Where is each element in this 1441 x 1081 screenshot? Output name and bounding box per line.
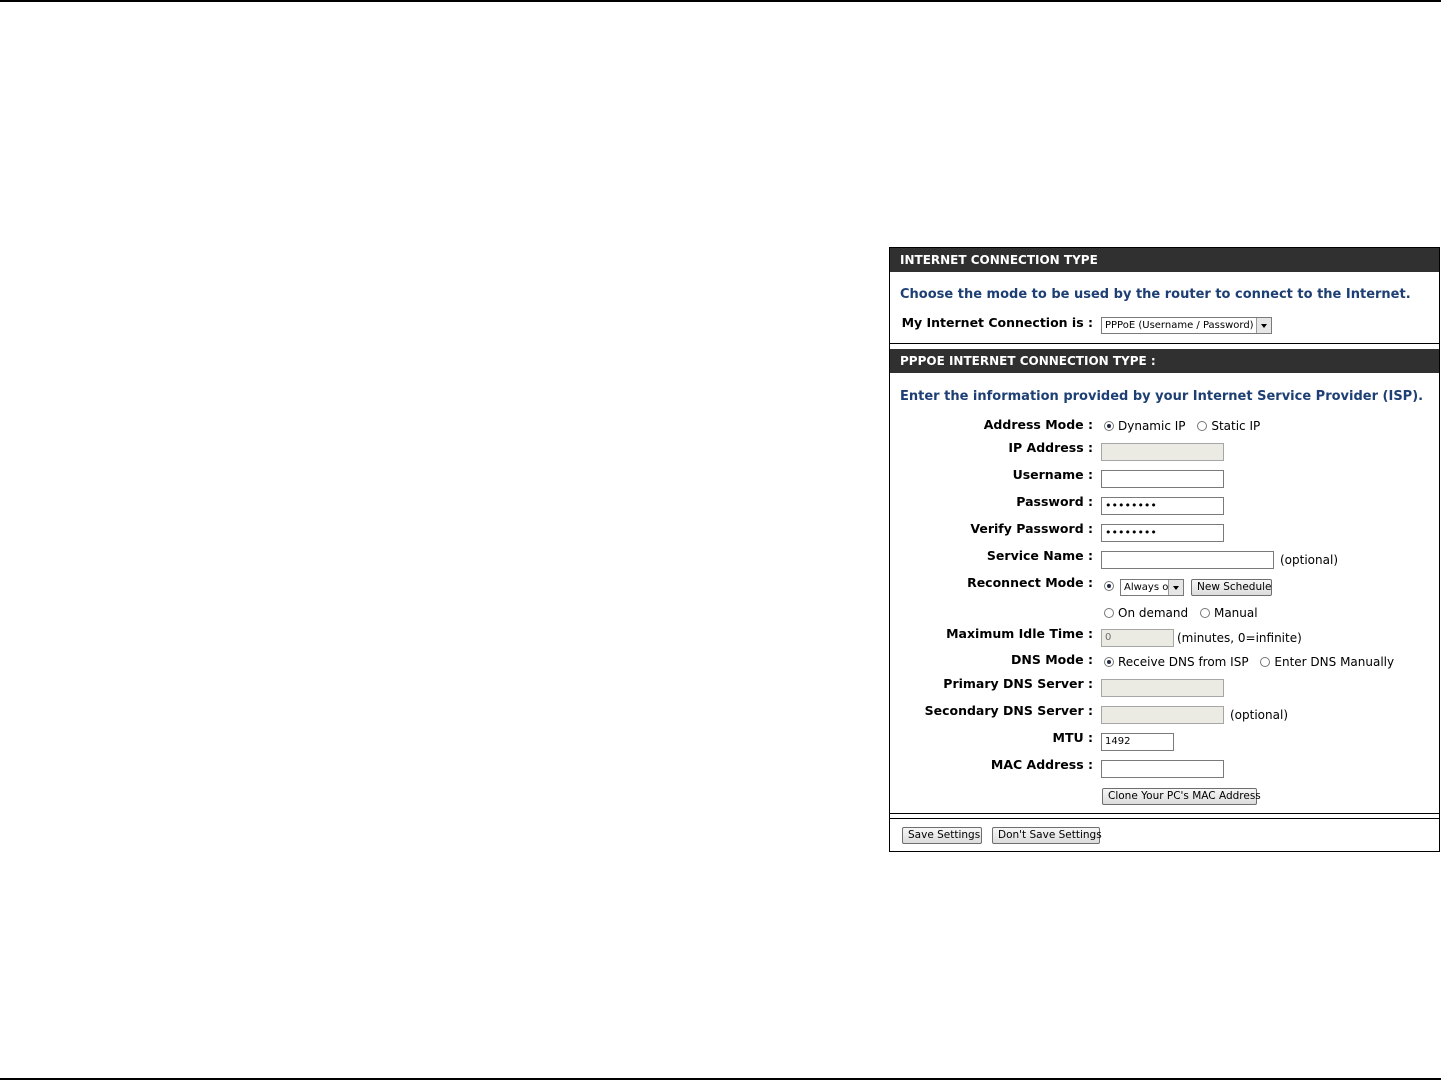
secondary-dns-input[interactable]	[1101, 706, 1224, 724]
settings-panel: INTERNET CONNECTION TYPE Choose the mode…	[889, 247, 1440, 852]
mtu-input[interactable]: 1492	[1101, 733, 1174, 751]
top-rule	[0, 0, 1441, 2]
reconnect-always-radio[interactable]	[1104, 581, 1114, 591]
mac-address-input[interactable]	[1101, 760, 1224, 778]
reconnect-always-option	[1104, 579, 1114, 593]
connection-type-label: My Internet Connection is :	[901, 315, 1093, 330]
ip-address-label: IP Address :	[1008, 440, 1093, 455]
address-mode-dynamic-radio[interactable]	[1104, 421, 1114, 431]
connection-type-intro: Choose the mode to be used by the router…	[900, 287, 1411, 302]
address-mode-dynamic-label: Dynamic IP	[1118, 419, 1186, 433]
section-divider	[890, 343, 1439, 344]
save-settings-button[interactable]: Save Settings	[902, 827, 982, 844]
dns-mode-manual-radio[interactable]	[1260, 657, 1271, 667]
reconnect-on-demand-radio[interactable]	[1104, 608, 1114, 618]
actions-divider-2	[890, 818, 1439, 819]
verify-password-label: Verify Password :	[970, 521, 1093, 536]
pppoe-intro: Enter the information provided by your I…	[900, 389, 1424, 404]
clone-mac-button[interactable]: Clone Your PC's MAC Address	[1102, 788, 1261, 805]
address-mode-label: Address Mode :	[983, 417, 1093, 432]
reconnect-mode-label: Reconnect Mode :	[967, 575, 1093, 590]
mac-address-label: MAC Address :	[990, 757, 1093, 772]
bottom-rule	[0, 1078, 1441, 1080]
pppoe-header: PPPOE INTERNET CONNECTION TYPE :	[890, 349, 1439, 373]
secondary-dns-label: Secondary DNS Server :	[924, 703, 1093, 718]
reconnect-on-demand-label: On demand	[1118, 606, 1189, 620]
chevron-down-icon	[1168, 580, 1183, 595]
actions-divider-1	[890, 813, 1439, 814]
dont-save-settings-button[interactable]: Don't Save Settings	[992, 827, 1102, 844]
primary-dns-label: Primary DNS Server :	[943, 676, 1093, 691]
secondary-dns-optional-note: (optional)	[1230, 708, 1288, 722]
address-mode-static-label: Static IP	[1211, 419, 1261, 433]
max-idle-time-label: Maximum Idle Time :	[946, 626, 1093, 641]
service-name-input[interactable]	[1101, 551, 1274, 569]
dns-mode-options: Receive DNS from ISP Enter DNS Manually	[1104, 655, 1402, 669]
username-label: Username :	[1012, 467, 1093, 482]
service-name-label: Service Name :	[986, 548, 1093, 563]
connection-type-header: INTERNET CONNECTION TYPE	[890, 248, 1439, 272]
chevron-down-icon	[1256, 318, 1271, 333]
address-mode-options: Dynamic IP Static IP	[1104, 419, 1268, 433]
reconnect-manual-radio[interactable]	[1199, 608, 1210, 618]
dns-mode-isp-label: Receive DNS from ISP	[1118, 655, 1249, 669]
address-mode-static-radio[interactable]	[1197, 421, 1208, 431]
max-idle-time-note: (minutes, 0=infinite)	[1177, 631, 1302, 645]
max-idle-time-input[interactable]: 0	[1101, 629, 1174, 647]
primary-dns-input[interactable]	[1101, 679, 1224, 697]
dns-mode-manual-label: Enter DNS Manually	[1274, 655, 1395, 669]
password-label: Password :	[1016, 494, 1093, 509]
dns-mode-label: DNS Mode :	[1011, 652, 1093, 667]
new-schedule-button[interactable]: New Schedule	[1191, 579, 1272, 596]
connection-type-select[interactable]: PPPoE (Username / Password)	[1101, 317, 1272, 334]
dns-mode-isp-radio[interactable]	[1104, 657, 1114, 667]
ip-address-input[interactable]	[1101, 443, 1224, 461]
reconnect-schedule-select[interactable]: Always o	[1120, 579, 1184, 596]
service-name-optional-note: (optional)	[1280, 553, 1338, 567]
password-input[interactable]: ••••••••	[1101, 497, 1224, 515]
verify-password-input[interactable]: ••••••••	[1101, 524, 1224, 542]
username-input[interactable]	[1101, 470, 1224, 488]
reconnect-other-options: On demand Manual	[1104, 606, 1266, 620]
mtu-label: MTU :	[1052, 730, 1093, 745]
connection-type-selected: PPPoE (Username / Password)	[1105, 320, 1254, 331]
reconnect-schedule-selected: Always o	[1124, 582, 1169, 593]
reconnect-manual-label: Manual	[1213, 606, 1258, 620]
